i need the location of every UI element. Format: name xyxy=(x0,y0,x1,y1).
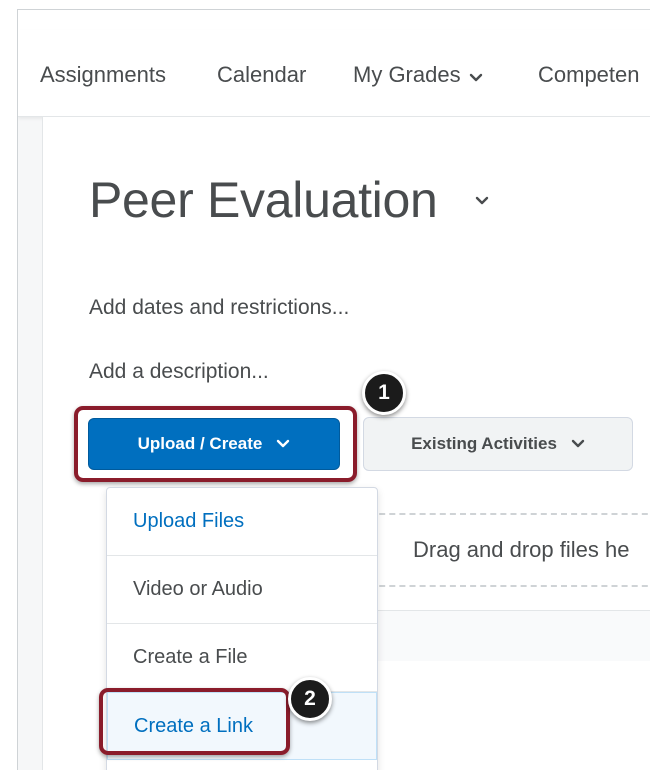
nav-item-my-grades-label: My Grades xyxy=(353,62,461,87)
nav-item-competencies[interactable]: Competen xyxy=(538,62,640,88)
content-panel xyxy=(359,611,650,661)
chevron-down-icon xyxy=(571,434,585,454)
step2-highlight xyxy=(99,688,290,755)
menu-item-video-audio[interactable]: Video or Audio xyxy=(107,556,377,624)
step2-badge: 2 xyxy=(288,677,332,721)
step1-highlight xyxy=(74,406,357,482)
add-dates-link[interactable]: Add dates and restrictions... xyxy=(89,296,349,320)
app-frame: Assignments Calendar My Grades Competen … xyxy=(17,9,650,770)
dropzone-text: Drag and drop files he xyxy=(413,537,630,562)
top-strip xyxy=(18,10,650,30)
menu-item-create-file[interactable]: Create a File xyxy=(107,624,377,692)
content-area: Peer Evaluation Add dates and restrictio… xyxy=(42,117,650,770)
existing-activities-label: Existing Activities xyxy=(411,434,557,453)
nav-item-my-grades[interactable]: My Grades xyxy=(353,62,483,89)
step1-badge: 1 xyxy=(362,371,406,415)
nav-item-calendar[interactable]: Calendar xyxy=(217,62,306,88)
add-description-link[interactable]: Add a description... xyxy=(89,360,269,384)
existing-activities-button[interactable]: Existing Activities xyxy=(363,417,633,471)
title-chevron-down-icon[interactable] xyxy=(475,193,489,211)
menu-item-upload-files[interactable]: Upload Files xyxy=(107,488,377,556)
nav-item-assignments[interactable]: Assignments xyxy=(40,62,166,88)
page-title: Peer Evaluation xyxy=(89,172,438,228)
chevron-down-icon xyxy=(469,63,483,89)
navbar: Assignments Calendar My Grades Competen xyxy=(18,30,650,117)
